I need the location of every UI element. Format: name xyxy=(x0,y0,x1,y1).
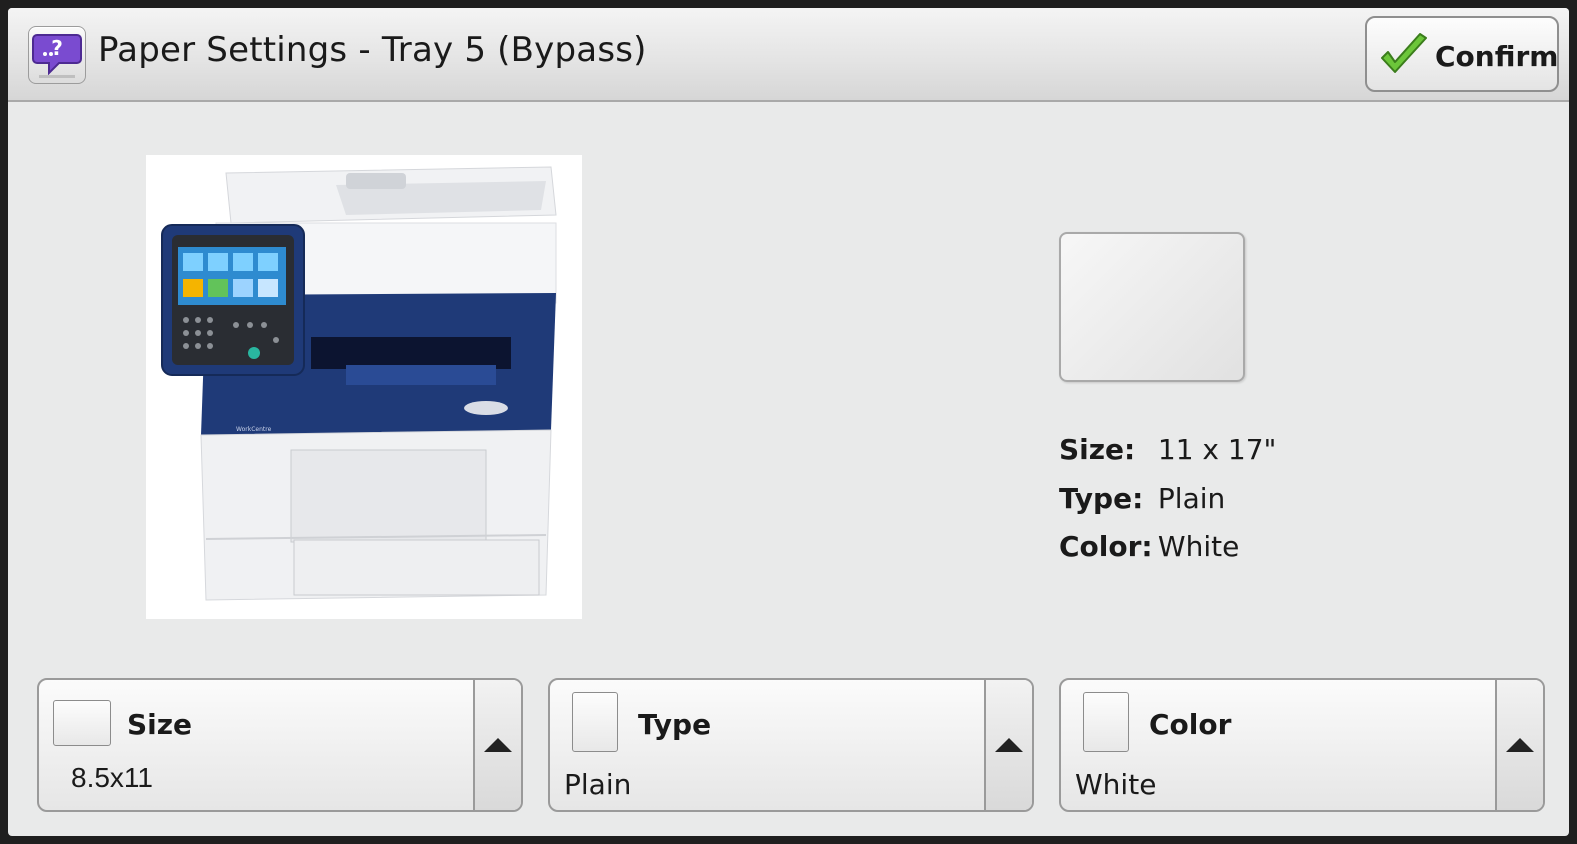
color-info-label: Color: xyxy=(1059,530,1153,563)
size-info-value: 11 x 17" xyxy=(1157,433,1277,466)
type-selector-value: Plain xyxy=(564,768,632,801)
type-info-label: Type: xyxy=(1059,482,1144,515)
svg-text:?: ? xyxy=(51,36,63,60)
confirm-button[interactable]: Confirm xyxy=(1365,16,1559,92)
checkmark-icon xyxy=(1381,33,1427,73)
paper-portrait-icon xyxy=(572,692,618,752)
confirm-label: Confirm xyxy=(1435,40,1559,73)
color-selector-label: Color xyxy=(1149,708,1232,741)
type-selector-label: Type xyxy=(638,708,712,741)
printer-image: WorkCentre xyxy=(146,155,582,619)
paper-portrait-icon xyxy=(1083,692,1129,752)
type-selector-button[interactable]: Type Plain xyxy=(548,678,1034,812)
size-info-label: Size: xyxy=(1059,433,1136,466)
size-scroll-up-button[interactable] xyxy=(473,680,521,810)
type-scroll-up-button[interactable] xyxy=(984,680,1032,810)
current-color-row: Color: White xyxy=(1059,530,1239,563)
size-selector-label: Size xyxy=(127,708,193,741)
color-info-value: White xyxy=(1157,530,1240,563)
up-arrow-icon xyxy=(484,738,512,752)
color-selector-button[interactable]: Color White xyxy=(1059,678,1545,812)
paper-preview xyxy=(1059,232,1245,382)
page-title: Paper Settings - Tray 5 (Bypass) xyxy=(98,30,647,70)
current-size-row: Size: 11 x 17" xyxy=(1059,433,1276,466)
color-scroll-up-button[interactable] xyxy=(1495,680,1543,810)
size-selector-value: 8.5x11 xyxy=(71,762,153,793)
up-arrow-icon xyxy=(1506,738,1534,752)
svg-text:WorkCentre: WorkCentre xyxy=(236,426,272,433)
color-selector-value: White xyxy=(1075,768,1157,801)
type-info-value: Plain xyxy=(1157,482,1226,515)
size-selector-button[interactable]: Size 8.5x11 xyxy=(37,678,523,812)
up-arrow-icon xyxy=(995,738,1023,752)
current-type-row: Type: Plain xyxy=(1059,482,1225,515)
title-bar: ? Paper Settings - Tray 5 (Bypass) Confi… xyxy=(8,8,1569,102)
paper-landscape-icon xyxy=(53,700,111,746)
help-speech-bubble-icon[interactable]: ? xyxy=(28,26,86,84)
paper-settings-screen: ? Paper Settings - Tray 5 (Bypass) Confi… xyxy=(8,8,1569,836)
